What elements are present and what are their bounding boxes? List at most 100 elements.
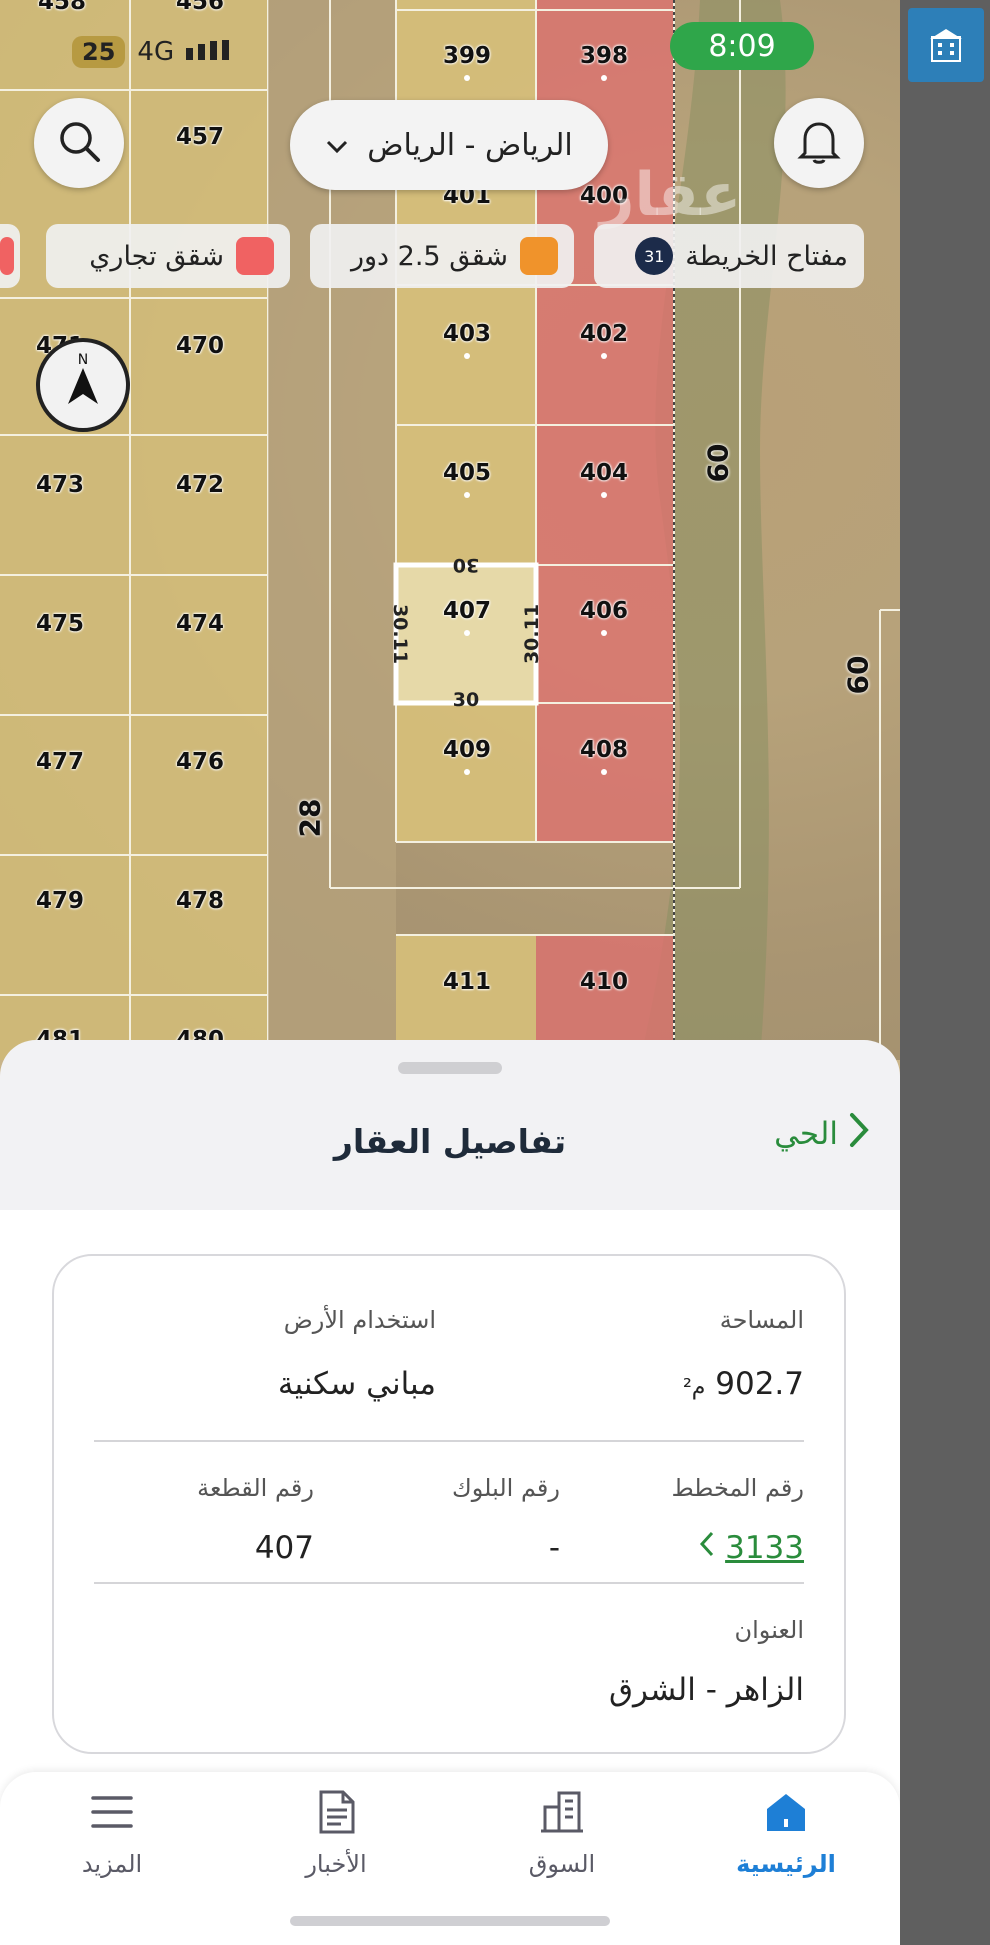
plot-label[interactable]: 405 <box>443 460 491 486</box>
status-time: 8:09 <box>670 22 814 70</box>
divider <box>94 1582 804 1584</box>
plot-label[interactable]: 476 <box>176 749 224 775</box>
plot-dimension: 30.11 <box>521 603 543 665</box>
plot-number-label: رقم القطعة <box>197 1474 314 1502</box>
plot-centroid <box>464 769 470 775</box>
plot-centroid <box>601 492 607 498</box>
plot-label[interactable]: 399 <box>443 43 491 69</box>
street-width-label: 28 <box>293 798 327 838</box>
plot-centroid <box>601 630 607 636</box>
plot-label[interactable]: 472 <box>176 472 224 498</box>
plan-number-label: رقم المخطط <box>671 1474 804 1502</box>
screenshot-side-margin <box>900 0 990 1945</box>
chevron-right-icon <box>848 1112 870 1156</box>
plot-label[interactable]: 406 <box>580 598 628 624</box>
nav-market[interactable]: السوق <box>462 1772 662 1902</box>
land-use-value: مباني سكنية <box>277 1366 436 1402</box>
divider <box>94 1440 804 1442</box>
sheet-drag-handle[interactable] <box>398 1062 502 1074</box>
chevron-down-icon <box>325 128 349 163</box>
plot-label-selected[interactable]: 407 <box>443 598 491 624</box>
plot-label[interactable]: 411 <box>443 969 491 995</box>
plot-label[interactable]: 403 <box>443 321 491 347</box>
legend-swatch <box>0 237 14 275</box>
plot-label[interactable]: 458 <box>38 0 86 15</box>
city-selector-label: الرياض - الرياض <box>367 127 573 163</box>
network-indicator: 4G <box>137 37 175 67</box>
area-value: 902.7 م² <box>683 1366 804 1402</box>
map-watermark: عقار <box>600 160 742 230</box>
legend-label: مفتاح الخريطة <box>685 240 848 272</box>
legend-badge: 31 <box>635 237 674 275</box>
plot-label[interactable]: 478 <box>176 888 224 914</box>
home-icon <box>756 1782 816 1842</box>
plot-label[interactable]: 398 <box>580 43 628 69</box>
land-use-label: استخدام الأرض <box>283 1306 436 1334</box>
nav-label: الرئيسية <box>736 1850 836 1878</box>
plot-dimension: 30 <box>452 554 480 576</box>
news-icon <box>306 1782 366 1842</box>
street-width-label: 60 <box>841 655 875 695</box>
plot-label[interactable]: 470 <box>176 333 224 359</box>
details-card: المساحة 902.7 م² استخدام الأرض مباني سكن… <box>52 1254 846 1754</box>
plot-dimension: 30 <box>452 689 480 711</box>
legend-swatch <box>236 237 274 275</box>
status-bar: 25 4G <box>72 36 232 68</box>
nav-home[interactable]: الرئيسية <box>686 1772 886 1902</box>
plan-number-value[interactable]: 3133 <box>725 1530 804 1566</box>
plot-label[interactable]: 410 <box>580 969 628 995</box>
block-number-label: رقم البلوك <box>451 1474 560 1502</box>
search-icon <box>55 117 103 169</box>
menu-icon <box>82 1782 142 1842</box>
plot-label[interactable]: 402 <box>580 321 628 347</box>
sheet-title: تفاصيل العقار <box>333 1122 567 1161</box>
area-number: 902.7 <box>715 1366 804 1402</box>
nav-more[interactable]: المزيد <box>12 1772 212 1902</box>
legend-label: شقق 2.5 دور <box>350 240 508 272</box>
nav-news[interactable]: الأخبار <box>236 1772 436 1902</box>
plan-number-link[interactable]: 3133 <box>699 1530 804 1566</box>
plot-label[interactable]: 408 <box>580 737 628 763</box>
buildings-icon <box>532 1782 592 1842</box>
plot-label[interactable]: 479 <box>36 888 84 914</box>
plot-centroid <box>464 492 470 498</box>
plot-label[interactable]: 477 <box>36 749 84 775</box>
nav-label: المزيد <box>81 1850 143 1878</box>
map-legend: مفتاح الخريطة 31 شقق 2.5 دور شقق تجاري <box>0 224 900 290</box>
chevron-left-icon <box>699 1530 715 1566</box>
neighborhood-back-button[interactable]: الحي <box>774 1112 870 1156</box>
plot-label[interactable]: 457 <box>176 124 224 150</box>
bell-icon <box>797 117 841 169</box>
plot-label[interactable]: 456 <box>176 0 224 15</box>
plot-label[interactable]: 474 <box>176 611 224 637</box>
plot-label[interactable]: 475 <box>36 611 84 637</box>
legend-commercial-apartments[interactable]: شقق تجاري <box>46 224 290 288</box>
search-button[interactable] <box>34 98 124 188</box>
home-indicator <box>290 1916 610 1926</box>
svg-text:N: N <box>78 352 88 368</box>
area-label: المساحة <box>719 1306 804 1334</box>
legend-apartments-2-5[interactable]: شقق 2.5 دور <box>310 224 574 288</box>
compass-icon[interactable]: N <box>36 338 130 432</box>
city-selector[interactable]: الرياض - الرياض <box>290 100 608 190</box>
address-label: العنوان <box>734 1616 805 1644</box>
plot-centroid <box>601 769 607 775</box>
notifications-button[interactable] <box>774 98 864 188</box>
battery-indicator: 25 <box>72 36 126 68</box>
plot-label[interactable]: 409 <box>443 737 491 763</box>
area-unit: م² <box>682 1375 706 1400</box>
street-width-label: 60 <box>701 443 735 483</box>
plot-number-value: 407 <box>254 1530 314 1566</box>
nav-label: السوق <box>528 1850 596 1878</box>
plot-label[interactable]: 404 <box>580 460 628 486</box>
legend-chip-partial[interactable] <box>0 224 20 288</box>
block-number-value: - <box>548 1530 560 1566</box>
plot-label[interactable]: 473 <box>36 472 84 498</box>
plot-dimension: 30.11 <box>389 603 411 665</box>
legend-map-key[interactable]: مفتاح الخريطة 31 <box>594 224 864 288</box>
legend-swatch <box>520 237 558 275</box>
plot-centroid <box>464 630 470 636</box>
nav-label: الأخبار <box>305 1850 367 1878</box>
back-label: الحي <box>774 1116 838 1152</box>
plot-centroid <box>601 75 607 81</box>
